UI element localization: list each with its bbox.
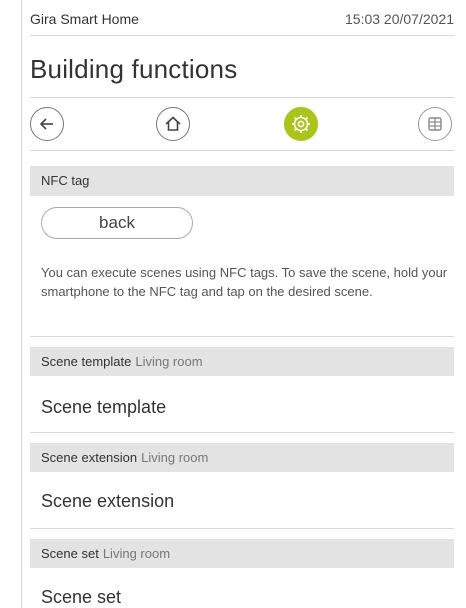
app-screen: Gira Smart Home 15:03 20/07/2021 Buildin… [0,0,466,608]
divider [30,432,454,433]
nav-bar [30,107,454,143]
home-nav-button[interactable] [156,107,190,141]
settings-nav-button[interactable] [284,107,318,141]
section-title: Scene extension [41,450,138,465]
page-title: Building functions [30,54,238,84]
app-name: Gira Smart Home [30,11,139,27]
section-title: Scene template [41,354,132,369]
divider [30,528,454,529]
back-button[interactable]: back [41,207,193,239]
divider [30,150,454,151]
grid-icon [428,117,442,131]
scene-set-header: Scene set Living room [30,539,454,568]
divider [30,336,454,337]
status-bar: Gira Smart Home 15:03 20/07/2021 [30,11,454,31]
room-label: Living room [141,450,209,465]
nfc-info-text: You can execute scenes using NFC tags. T… [41,265,448,299]
nfc-section-header: NFC tag [30,166,454,196]
room-label: Living room [102,546,171,561]
datetime: 15:03 20/07/2021 [345,11,454,27]
device-edge [0,0,22,608]
divider [30,97,454,98]
scene-extension-item[interactable]: Scene extension [41,491,174,512]
arrow-left-icon [39,118,53,130]
scene-template-header: Scene template Living room [30,347,454,376]
room-label: Living room [135,354,203,369]
grid-nav-button[interactable] [418,107,452,141]
section-title: Scene set [41,546,99,561]
scene-set-item[interactable]: Scene set [41,587,121,608]
nfc-header-label: NFC tag [41,173,90,188]
house-icon [165,116,181,131]
divider [30,35,454,36]
scene-extension-header: Scene extension Living room [30,443,454,472]
back-nav-button[interactable] [30,107,64,141]
main-content: Gira Smart Home 15:03 20/07/2021 Buildin… [30,0,454,608]
gear-icon [292,115,310,133]
scene-template-item[interactable]: Scene template [41,397,166,418]
